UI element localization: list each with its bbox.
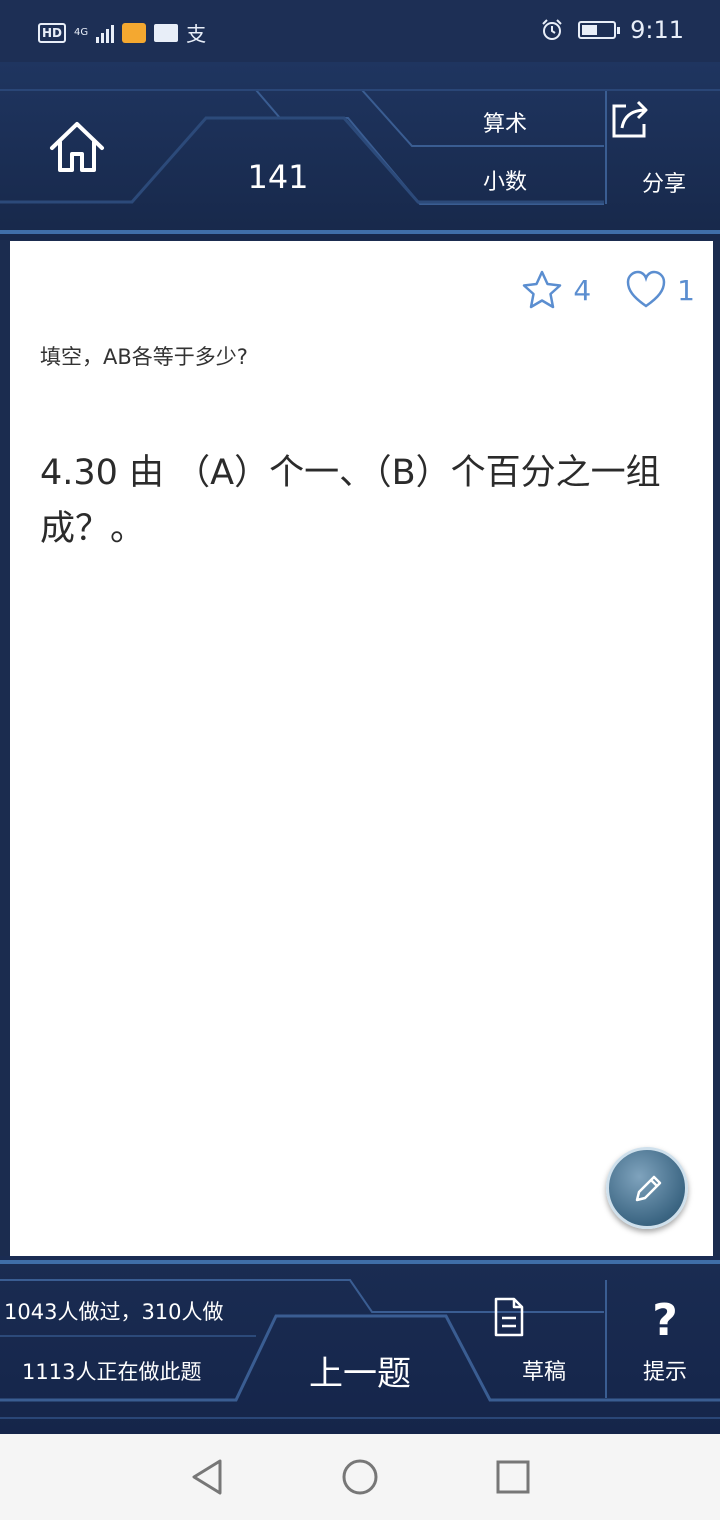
previous-question-button[interactable]: 上一题 [270,1318,450,1398]
question-card: 4 1 填空，AB各等于多少? 4.30 由 （A）个一、（B）个百分之一组成？… [10,241,713,1256]
hint-label: 提示 [642,1360,687,1385]
previous-question-label: 上一题 [309,1354,411,1394]
message-icon [122,22,147,43]
draft-button[interactable]: 草稿 [492,1296,596,1396]
clock-time: 9:11 [630,16,684,44]
likes-count: 1 [677,273,695,307]
doing-count: 1113人正在做此题 [22,1360,202,1384]
signal-icon [96,23,115,43]
share-button[interactable]: 分享 [608,98,720,238]
hd-icon: HD [38,22,67,43]
like-button[interactable]: 1 [625,269,695,311]
bottom-toolbar: 1043人做过，310人做 1113人正在做此题 上一题 草稿 ? 提示 [0,1256,720,1434]
alarm-icon [542,19,562,40]
alipay-icon: 支 [186,22,207,46]
category-primary[interactable]: 算术 [420,106,590,138]
favorites-count: 4 [573,273,592,307]
edit-button[interactable] [606,1147,688,1229]
battery-icon [578,21,621,39]
done-count: 1043人做过，310人做 [4,1300,224,1324]
back-icon [192,1459,222,1495]
question-mark-icon: ? [652,1295,678,1346]
network-type: 4G [74,26,89,38]
nav-back-button[interactable] [184,1454,232,1500]
home-circle-icon [342,1459,378,1495]
home-button[interactable] [44,114,110,180]
nav-home-button[interactable] [336,1454,384,1500]
recents-icon [496,1460,530,1494]
favorite-button[interactable]: 4 [521,269,591,311]
question-text: 4.30 由 （A）个一、（B）个百分之一组成？。 [40,453,661,549]
home-icon [50,122,104,172]
heart-icon [626,270,666,308]
status-right: 9:11 [540,16,684,44]
share-label: 分享 [641,172,686,197]
share-icon [612,100,648,138]
top-toolbar: 141 算术 小数 分享 [0,62,720,240]
question-number: 141 [247,158,309,196]
document-icon [494,1297,524,1337]
star-icon [523,270,562,309]
pencil-icon [635,1175,662,1202]
card-stats: 4 1 [521,269,695,311]
hint-button[interactable]: ? 提示 [610,1296,720,1396]
status-bar: HD 4G 支 9:11 [0,0,720,62]
mail-icon [154,23,179,42]
question-prompt: 填空，AB各等于多少? [40,345,248,369]
system-nav-bar [0,1434,720,1520]
category-secondary[interactable]: 小数 [420,164,590,196]
nav-recents-button[interactable] [488,1454,536,1500]
draft-label: 草稿 [521,1360,566,1385]
status-left: HD 4G 支 [38,18,206,47]
